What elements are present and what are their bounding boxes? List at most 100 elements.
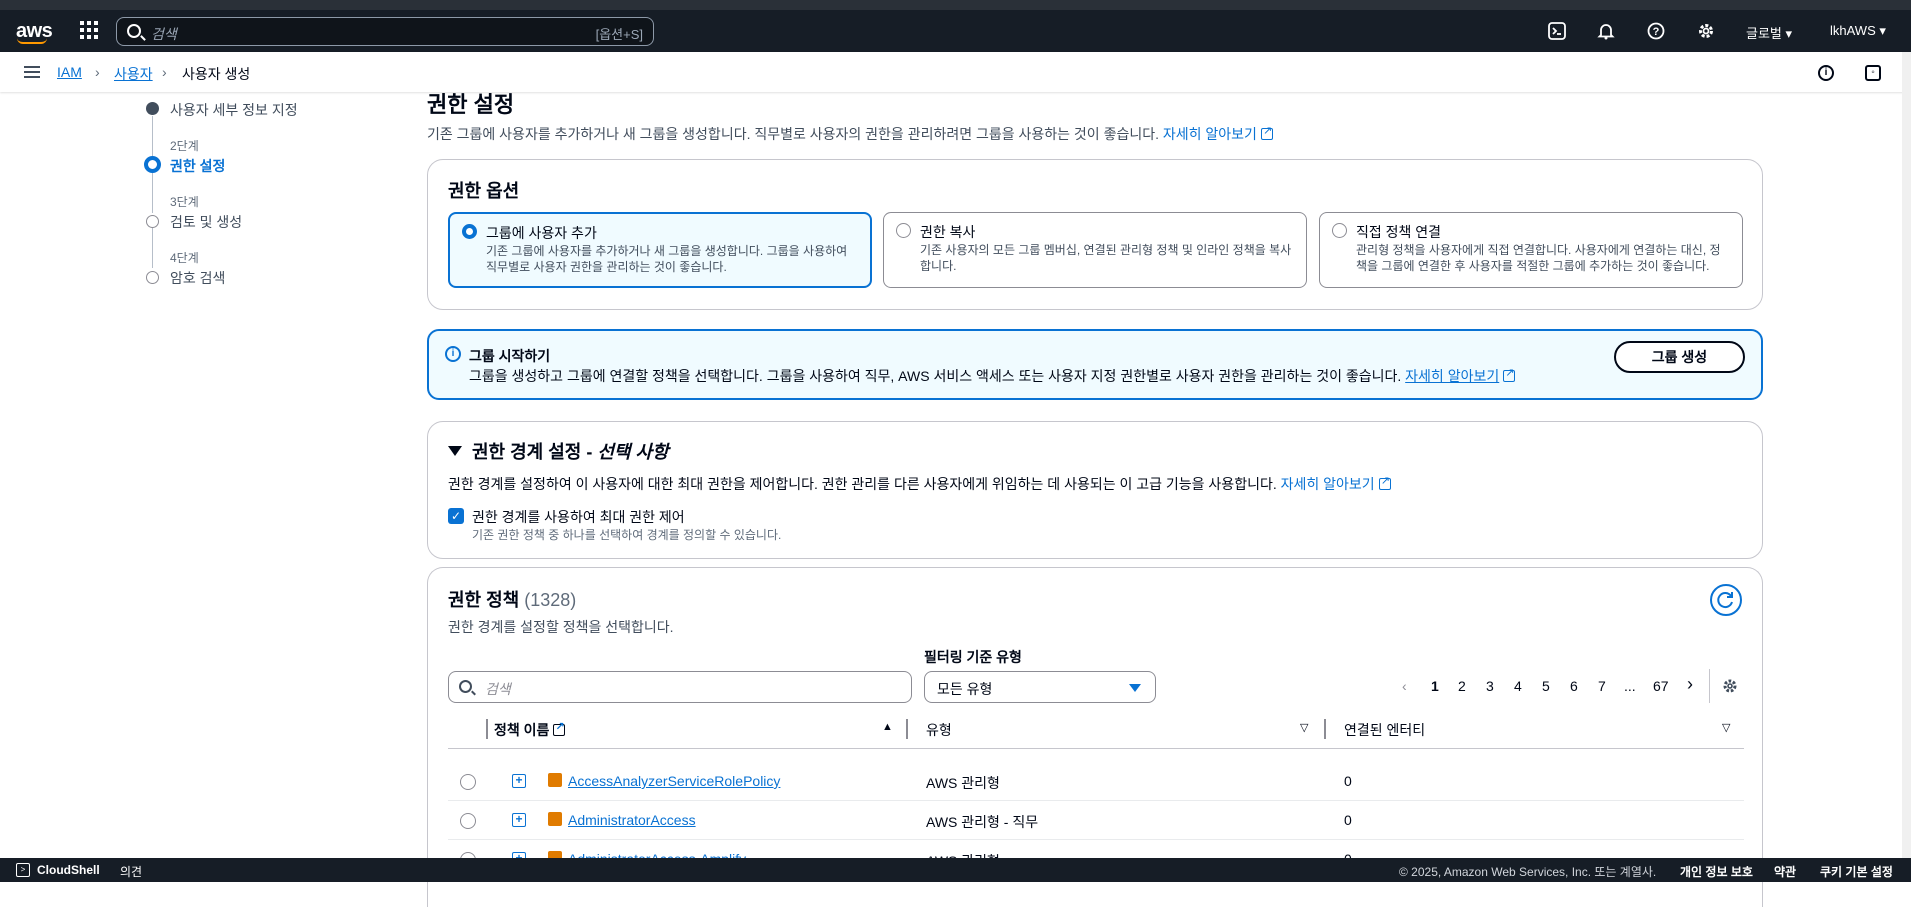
attached-count: 0 <box>1344 812 1352 828</box>
policies-count: (1328) <box>524 590 577 610</box>
radio-add-to-group[interactable] <box>462 224 477 239</box>
step-2-label: 권한 설정 <box>170 158 226 174</box>
breadcrumb-bar: IAM › 사용자 › 사용자 생성 i ◦ <box>0 52 1911 92</box>
terms-link[interactable]: 약관 <box>1774 863 1796 880</box>
pagination-prev[interactable]: ‹ <box>1402 678 1407 694</box>
refresh-button[interactable] <box>1710 584 1742 616</box>
info-title: 그룹 시작하기 <box>469 348 551 364</box>
expand-plus-icon[interactable]: + <box>512 813 526 827</box>
radio-attach-policy[interactable] <box>1332 223 1347 238</box>
services-grid-icon[interactable] <box>80 21 98 39</box>
page-4[interactable]: 4 <box>1514 678 1522 694</box>
expand-plus-icon[interactable]: + <box>512 774 526 788</box>
aws-managed-cube-icon <box>548 812 562 826</box>
sort-icon[interactable]: ▽ <box>1722 721 1730 734</box>
boundary-desc: 권한 경계를 설정하여 이 사용자에 대한 최대 권한을 제어합니다. 권한 관… <box>448 474 1391 494</box>
breadcrumb-iam[interactable]: IAM <box>57 64 82 80</box>
boundary-expander[interactable]: 권한 경계 설정 - 선택 사항 <box>448 438 669 464</box>
region-selector[interactable]: 글로벌 ▾ <box>1746 23 1792 42</box>
filter-value: 모든 유형 <box>937 681 993 697</box>
page-ellipsis: ... <box>1624 678 1636 694</box>
policy-type: AWS 관리형 - 직무 <box>926 814 1039 830</box>
step-connector <box>152 116 153 156</box>
page-7[interactable]: 7 <box>1598 678 1606 694</box>
cloudshell-icon[interactable]: > <box>16 863 30 877</box>
step-3-indicator <box>146 215 159 228</box>
search-icon <box>127 24 141 38</box>
page-3[interactable]: 3 <box>1486 678 1494 694</box>
learn-more-link[interactable]: 자세히 알아보기 <box>1405 366 1516 384</box>
column-separator <box>486 719 488 739</box>
option-copy-permissions[interactable]: 권한 복사 기존 사용자의 모든 그룹 멤버십, 연결된 관리형 정책 및 인라… <box>883 212 1307 288</box>
search-placeholder: 검색 <box>151 26 177 42</box>
cloudshell-link[interactable]: CloudShell <box>37 863 100 877</box>
column-attached-entities[interactable]: 연결된 엔터티 <box>1344 720 1425 740</box>
help-icon[interactable]: ? <box>1647 22 1665 40</box>
option-attach-policy[interactable]: 직접 정책 연결 관리형 정책을 사용자에게 직접 연결합니다. 사용자에게 연… <box>1319 212 1743 288</box>
svg-text:?: ? <box>1653 26 1660 38</box>
step-4-indicator <box>146 271 159 284</box>
boundary-checkbox-desc: 기존 권한 정책 중 하나를 선택하여 경계를 정의할 수 있습니다. <box>472 528 782 542</box>
groups-info-alert: i 그룹 시작하기 그룹을 생성하고 그룹에 연결할 정책을 선택합니다. 그룹… <box>427 329 1763 400</box>
policy-name-link[interactable]: AccessAnalyzerServiceRolePolicy <box>568 773 780 789</box>
learn-more-link[interactable]: 자세히 알아보기 <box>1163 124 1273 142</box>
column-policy-name[interactable]: 정책 이름 <box>494 720 566 740</box>
breadcrumb-users[interactable]: 사용자 <box>114 64 153 84</box>
privacy-link[interactable]: 개인 정보 보호 <box>1680 863 1753 880</box>
global-search-input[interactable]: 검색 [옵션+S] <box>116 17 654 46</box>
radio-copy-permissions[interactable] <box>896 223 911 238</box>
external-link-icon <box>1260 124 1273 140</box>
page-2[interactable]: 2 <box>1458 678 1466 694</box>
page-description-text: 기존 그룹에 사용자를 추가하거나 새 그룹을 생성합니다. 직무별로 사용자의… <box>427 126 1159 142</box>
row-radio[interactable] <box>460 813 476 829</box>
page-scrollbar[interactable] <box>1902 52 1911 858</box>
create-group-button[interactable]: 그룹 생성 <box>1614 341 1745 373</box>
option-desc: 관리형 정책을 사용자에게 직접 연결합니다. 사용자에게 연결하는 대신, 정… <box>1356 243 1721 273</box>
external-link-icon <box>553 720 566 736</box>
sort-icon[interactable]: ▽ <box>1300 721 1308 734</box>
account-menu[interactable]: lkhAWS ▾ <box>1830 23 1886 39</box>
permission-boundary-panel: 권한 경계 설정 - 선택 사항 권한 경계를 설정하여 이 사용자에 대한 최… <box>427 421 1763 559</box>
refresh-icon <box>1717 592 1733 609</box>
menu-icon[interactable] <box>24 66 40 78</box>
divider <box>1709 669 1710 703</box>
row-divider <box>448 839 1744 840</box>
search-placeholder: 검색 <box>485 681 511 697</box>
sort-asc-icon[interactable]: ▲ <box>882 721 893 733</box>
column-separator <box>1324 719 1326 739</box>
page-1[interactable]: 1 <box>1431 678 1439 694</box>
step-3-label: 검토 및 생성 <box>170 214 243 230</box>
info-desc: 그룹을 생성하고 그룹에 연결할 정책을 선택합니다. 그룹을 사용하여 직무,… <box>469 366 1516 386</box>
feedback-link[interactable]: 의견 <box>120 863 142 880</box>
header-divider <box>448 748 1744 749</box>
account-label: lkhAWS <box>1830 23 1876 38</box>
cookie-preferences-link[interactable]: 쿠키 기본 설정 <box>1820 863 1893 880</box>
page-5[interactable]: 5 <box>1542 678 1550 694</box>
policy-search-input[interactable]: 검색 <box>448 671 912 703</box>
page-6[interactable]: 6 <box>1570 678 1578 694</box>
step-4-label: 암호 검색 <box>170 270 226 286</box>
cloudshell-icon[interactable] <box>1548 22 1566 40</box>
caret-down-icon <box>448 446 462 456</box>
region-label: 글로벌 <box>1746 26 1782 41</box>
settings-hex-icon[interactable]: ◦ <box>1865 65 1881 81</box>
page-description: 기존 그룹에 사용자를 추가하거나 새 그룹을 생성합니다. 직무별로 사용자의… <box>427 124 1273 144</box>
step-2-number: 2단계 <box>170 139 199 153</box>
table-preferences-gear-icon[interactable] <box>1722 678 1738 697</box>
gear-icon[interactable] <box>1697 22 1715 40</box>
bell-icon[interactable] <box>1597 22 1615 40</box>
caret-down-icon <box>1129 684 1141 692</box>
option-add-to-group[interactable]: 그룹에 사용자 추가 기존 그룹에 사용자를 추가하거나 새 그룹을 생성합니다… <box>448 212 872 288</box>
boundary-optional: 선택 사항 <box>597 442 669 462</box>
aws-managed-cube-icon <box>548 773 562 787</box>
learn-more-link[interactable]: 자세히 알아보기 <box>1281 474 1391 492</box>
policy-name-link[interactable]: AdministratorAccess <box>568 812 696 828</box>
filter-type-select[interactable]: 모든 유형 <box>924 671 1156 703</box>
info-icon[interactable]: i <box>1818 65 1834 81</box>
column-type[interactable]: 유형 <box>926 720 952 740</box>
row-radio[interactable] <box>460 774 476 790</box>
page-67[interactable]: 67 <box>1653 678 1669 694</box>
boundary-checkbox[interactable]: ✓ <box>448 508 464 524</box>
top-navigation: aws 검색 [옵션+S] ? 글로벌 ▾ lkhAWS ▾ <box>0 0 1911 52</box>
pagination-next[interactable]: › <box>1687 674 1693 695</box>
